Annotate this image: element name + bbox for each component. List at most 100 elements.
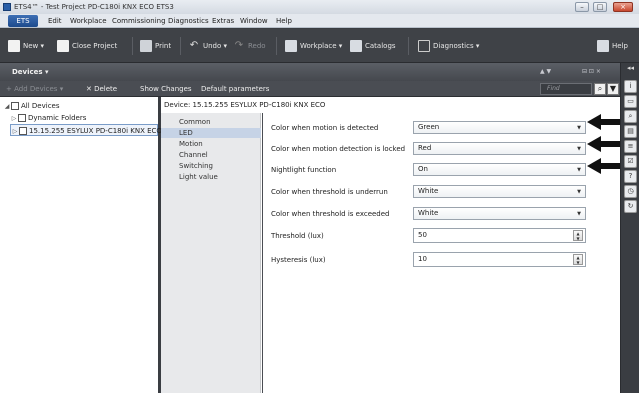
tree-item-label: 15.15.255 ESYLUX PD-C180i KNX ECO [29,127,162,135]
threshold-lux-input[interactable]: 50 ▲ ▼ [413,228,586,243]
workplace-icon [285,40,297,52]
diagnostics-icon [418,40,430,52]
catalogs-button[interactable]: Catalogs [350,39,396,53]
new-button[interactable]: New ▾ [8,39,44,53]
threshold-underrun-color-select[interactable]: White ▼ [413,185,586,198]
close-project-icon [57,40,69,52]
chevron-down-icon: ▼ [577,167,581,173]
motion-detected-color-select[interactable]: Green ▼ [413,121,586,134]
motion-locked-color-select[interactable]: Red ▼ [413,142,586,155]
param-label: Color when motion detection is locked [271,145,406,153]
list-icon[interactable]: ≡ [624,140,637,153]
arrow-pointer-icon [587,136,623,152]
close-project-label: Close Project [72,42,118,50]
catalogs-label: Catalogs [365,42,396,50]
minimize-button[interactable]: – [575,2,589,12]
default-parameters-button[interactable]: Default parameters [201,85,269,93]
undo-button[interactable]: ↶ Undo ▾ [188,39,227,53]
menu-extras[interactable]: Extras [212,17,234,25]
help-button[interactable]: Help [597,39,628,53]
hysteresis-lux-input[interactable]: 10 ▲ ▼ [413,252,586,267]
refresh-icon[interactable]: ↻ [624,200,637,213]
add-devices-button[interactable]: + Add Devices ▾ [6,85,63,93]
threshold-spinner[interactable]: ▲ ▼ [573,230,583,241]
parameter-categories: Common LED Motion Channel Switching Ligh… [161,113,261,393]
category-light-value[interactable]: Light value [161,172,261,182]
undo-icon: ↶ [189,40,199,51]
number-value: 50 [418,231,427,239]
checklist-icon[interactable]: ☑ [624,155,637,168]
select-value: White [418,187,439,195]
tree-item-device[interactable]: ▷ 15.15.255 ESYLUX PD-C180i KNX ECO [10,124,162,138]
help-icon[interactable]: ? [624,170,637,183]
device-parameters-pane: Device: 15.15.255 ESYLUX PD-C180i KNX EC… [161,97,620,393]
menu-commissioning[interactable]: Commissioning [112,17,166,25]
maximize-button[interactable]: □ [593,2,607,12]
printer-icon [140,40,152,52]
tree-item-label: All Devices [21,102,60,110]
chevron-down-icon: ▼ [577,211,581,217]
spin-down-icon[interactable]: ▼ [574,236,582,241]
ets-menu-button[interactable]: ETS [8,15,38,27]
category-motion[interactable]: Motion [161,139,261,149]
menu-help[interactable]: Help [276,17,292,25]
close-project-button[interactable]: Close Project [57,39,117,53]
new-document-icon [8,40,20,52]
delete-button[interactable]: ✕ Delete [86,85,117,93]
print-label: Print [155,42,172,50]
category-led[interactable]: LED [161,128,261,138]
spin-down-icon[interactable]: ▼ [574,260,582,265]
filter-icon[interactable]: ▼ [607,83,619,95]
tree-item-all-devices[interactable]: ◢ All Devices [3,100,60,112]
select-value: On [418,165,428,173]
undo-label: Undo [203,42,222,50]
device-icon[interactable]: ▤ [624,125,637,138]
new-label: New [23,42,39,50]
threshold-exceeded-color-select[interactable]: White ▼ [413,207,586,220]
number-value: 10 [418,255,427,263]
panel-title[interactable]: Devices ▾ [12,68,49,76]
redo-button[interactable]: ↷ Redo [233,39,266,53]
toolbar-separator [408,37,409,55]
show-changes-button[interactable]: Show Changes [140,85,192,93]
toolbar-separator [132,37,133,55]
print-button[interactable]: Print [140,39,171,53]
info-icon[interactable]: i [624,80,637,93]
close-window-button[interactable]: × [613,2,633,12]
diagnostics-label: Diagnostics [433,42,474,50]
category-common[interactable]: Common [161,117,261,127]
arrow-pointer-icon [587,114,623,130]
search-icon[interactable]: ⌕ [624,110,637,123]
select-value: Green [418,123,440,131]
collapse-icon[interactable]: ◂◂ [624,63,637,76]
chevron-down-icon: ▼ [577,125,581,131]
category-channel[interactable]: Channel [161,150,261,160]
panel-window-controls[interactable]: ⊟ ⊡ × [582,68,601,75]
panel-nav-arrows[interactable]: ▲ ▼ [540,68,551,75]
nightlight-function-select[interactable]: On ▼ [413,163,586,176]
find-input[interactable]: Find [540,83,592,95]
search-icon[interactable]: ⌕ [594,83,606,95]
devices-subtoolbar: + Add Devices ▾ ✕ Delete Show Changes De… [0,81,620,97]
hysteresis-spinner[interactable]: ▲ ▼ [573,254,583,265]
param-label: Hysteresis (lux) [271,256,326,264]
expander-icon[interactable]: ▷ [11,126,19,138]
redo-icon: ↷ [234,40,244,51]
tree-item-label: Dynamic Folders [28,114,87,122]
folder-icon[interactable]: ▭ [624,95,637,108]
category-switching[interactable]: Switching [161,161,261,171]
diagnostics-button[interactable]: Diagnostics ▾ [418,39,479,53]
chevron-down-icon: ▾ [45,68,49,76]
clock-icon[interactable]: ◷ [624,185,637,198]
workplace-button[interactable]: Workplace ▾ [285,39,342,53]
panel-title-text: Devices [12,68,43,76]
tree-item-dynamic-folders[interactable]: ▷ Dynamic Folders [10,112,86,124]
window-title: ETS4™ - Test Project PD-C180i KNX ECO ET… [14,3,174,11]
redo-label: Redo [248,42,266,50]
catalogs-icon [350,40,362,52]
menu-workplace[interactable]: Workplace [70,17,107,25]
delete-label: Delete [94,85,118,93]
menu-edit[interactable]: Edit [48,17,62,25]
menu-diagnostics[interactable]: Diagnostics [168,17,209,25]
menu-window[interactable]: Window [240,17,268,25]
